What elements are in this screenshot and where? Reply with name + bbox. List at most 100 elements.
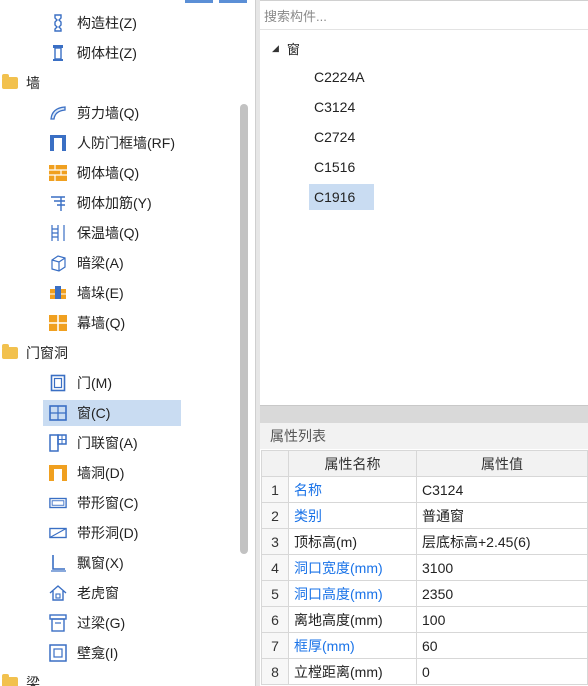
row-index: 7 bbox=[261, 632, 289, 659]
wall-pier-icon bbox=[49, 284, 67, 302]
component-group-window[interactable]: ◢ 窗 bbox=[272, 38, 300, 58]
strip-hole-icon bbox=[49, 524, 67, 542]
tree-item-label: 砌体加筋(Y) bbox=[77, 195, 152, 211]
lintel-icon bbox=[49, 614, 67, 632]
property-value[interactable]: 2350 bbox=[416, 580, 588, 607]
row-index: 6 bbox=[261, 606, 289, 633]
toolbar-button-1[interactable] bbox=[185, 0, 213, 3]
tree-item-bay-window[interactable]: 飘窗(X) bbox=[49, 550, 124, 576]
property-name[interactable]: 类别 bbox=[288, 502, 417, 529]
table-row[interactable]: 7 框厚(mm) 60 bbox=[261, 632, 588, 659]
tree-item-hidden-beam[interactable]: 暗梁(A) bbox=[49, 250, 124, 276]
property-value[interactable]: 0 bbox=[416, 658, 588, 685]
tree-folder-wall[interactable]: 墙 bbox=[2, 70, 40, 96]
tree-folder-beam[interactable]: 梁 bbox=[2, 670, 40, 686]
tree-item-masonry-wall[interactable]: 砌体墙(Q) bbox=[49, 160, 139, 186]
component-item[interactable]: C2224A bbox=[309, 64, 374, 90]
row-index: 5 bbox=[261, 580, 289, 607]
tree-folder-doors-windows-openings[interactable]: 门窗洞 bbox=[2, 340, 68, 366]
tree-item-label: 剪力墙(Q) bbox=[77, 105, 140, 121]
tree-item-label: 门联窗(A) bbox=[77, 435, 138, 451]
search-input[interactable] bbox=[264, 9, 588, 24]
component-item-selected[interactable]: C1916 bbox=[309, 184, 374, 210]
table-row[interactable]: 6 离地高度(mm) 100 bbox=[261, 606, 588, 633]
masonry-wall-icon bbox=[49, 164, 67, 182]
property-name[interactable]: 名称 bbox=[288, 476, 417, 503]
collapse-triangle-icon[interactable]: ◢ bbox=[272, 43, 279, 54]
property-value[interactable]: 普通窗 bbox=[416, 502, 588, 529]
property-name-header: 属性名称 bbox=[288, 450, 417, 477]
table-row[interactable]: 5 洞口高度(mm) 2350 bbox=[261, 580, 588, 607]
tree-item-label: 带形洞(D) bbox=[77, 525, 139, 541]
curtain-wall-icon bbox=[49, 314, 67, 332]
tree-item-label: 人防门框墙(RF) bbox=[77, 135, 175, 151]
tree-item-label: 幕墙(Q) bbox=[77, 315, 126, 331]
insulation-wall-icon bbox=[49, 224, 67, 242]
masonry-column-icon bbox=[49, 44, 67, 62]
property-name[interactable]: 洞口高度(mm) bbox=[288, 580, 417, 607]
tree-item-window[interactable]: 窗(C) bbox=[43, 400, 181, 426]
tree-item-label: 壁龛(I) bbox=[77, 645, 119, 661]
tree-item-label: 保温墙(Q) bbox=[77, 225, 140, 241]
tree-item-label: 墙垛(E) bbox=[77, 285, 124, 301]
property-value[interactable]: 100 bbox=[416, 606, 588, 633]
constructional-column-icon bbox=[49, 14, 67, 32]
niche-icon bbox=[49, 644, 67, 662]
table-row[interactable]: 8 立樘距离(mm) 0 bbox=[261, 658, 588, 685]
row-index: 1 bbox=[261, 476, 289, 503]
component-item[interactable]: C3124 bbox=[309, 94, 374, 120]
tree-item-curtain-wall[interactable]: 幕墙(Q) bbox=[49, 310, 125, 336]
property-name[interactable]: 洞口宽度(mm) bbox=[288, 554, 417, 581]
pane-divider[interactable] bbox=[255, 0, 260, 686]
tree-item-masonry-reinforcement[interactable]: 砌体加筋(Y) bbox=[49, 190, 152, 216]
table-row[interactable]: 2 类别 普通窗 bbox=[261, 502, 588, 529]
properties-splitter[interactable] bbox=[260, 405, 588, 423]
row-index: 3 bbox=[261, 528, 289, 555]
tree-item-label: 墙洞(D) bbox=[77, 465, 125, 481]
tree-item-label: 窗(C) bbox=[77, 405, 111, 421]
property-value[interactable]: 层底标高+2.45(6) bbox=[416, 528, 588, 555]
row-index: 2 bbox=[261, 502, 289, 529]
component-group-label: 窗 bbox=[286, 41, 300, 57]
row-index: 8 bbox=[261, 658, 289, 685]
tree-scrollbar-thumb[interactable] bbox=[240, 104, 248, 554]
properties-table: 属性名称 属性值 1 名称 C3124 2 类别 普通窗 3 顶标高(m) 层底… bbox=[261, 450, 588, 685]
tree-item-door[interactable]: 门(M) bbox=[49, 370, 112, 396]
tree-item-label: 门(M) bbox=[77, 375, 112, 391]
wall-hole-icon bbox=[49, 464, 67, 482]
table-row[interactable]: 1 名称 C3124 bbox=[261, 476, 588, 503]
table-row[interactable]: 3 顶标高(m) 层底标高+2.45(6) bbox=[261, 528, 588, 555]
tree-item-lintel[interactable]: 过梁(G) bbox=[49, 610, 125, 636]
property-name[interactable]: 框厚(mm) bbox=[288, 632, 417, 659]
hidden-beam-icon bbox=[49, 254, 67, 272]
property-name: 离地高度(mm) bbox=[288, 606, 417, 633]
property-name: 立樘距离(mm) bbox=[288, 658, 417, 685]
tree-item-niche[interactable]: 壁龛(I) bbox=[49, 640, 118, 666]
tree-item-label: 带形窗(C) bbox=[77, 495, 139, 511]
door-icon bbox=[49, 374, 67, 392]
tree-item-shear-wall[interactable]: 剪力墙(Q) bbox=[49, 100, 139, 126]
property-value[interactable]: C3124 bbox=[416, 476, 588, 503]
table-row[interactable]: 4 洞口宽度(mm) 3100 bbox=[261, 554, 588, 581]
tree-item-door-window[interactable]: 门联窗(A) bbox=[49, 430, 138, 456]
tree-item-strip-window[interactable]: 带形窗(C) bbox=[49, 490, 138, 516]
tree-item-masonry-column[interactable]: 砌体柱(Z) bbox=[49, 40, 137, 66]
tree-item-wall-pier[interactable]: 墙垛(E) bbox=[49, 280, 124, 306]
property-value[interactable]: 60 bbox=[416, 632, 588, 659]
component-item[interactable]: C1516 bbox=[309, 154, 374, 180]
tree-item-label: 老虎窗 bbox=[77, 585, 119, 601]
tree-item-wall-hole[interactable]: 墙洞(D) bbox=[49, 460, 124, 486]
tree-item-dormer-window[interactable]: 老虎窗 bbox=[49, 580, 119, 606]
dormer-window-icon bbox=[49, 584, 67, 602]
tree-item-constructional-column[interactable]: 构造柱(Z) bbox=[49, 10, 137, 36]
property-name: 顶标高(m) bbox=[288, 528, 417, 555]
tree-item-civil-defense-door-frame-wall[interactable]: 人防门框墙(RF) bbox=[49, 130, 175, 156]
tree-item-insulation-wall[interactable]: 保温墙(Q) bbox=[49, 220, 139, 246]
tree-folder-label: 门窗洞 bbox=[26, 345, 68, 361]
property-value[interactable]: 3100 bbox=[416, 554, 588, 581]
tree-item-label: 砌体柱(Z) bbox=[77, 45, 137, 61]
tree-item-strip-hole[interactable]: 带形洞(D) bbox=[49, 520, 138, 546]
component-item[interactable]: C2724 bbox=[309, 124, 374, 150]
folder-icon bbox=[2, 344, 18, 359]
shear-wall-icon bbox=[49, 104, 67, 122]
